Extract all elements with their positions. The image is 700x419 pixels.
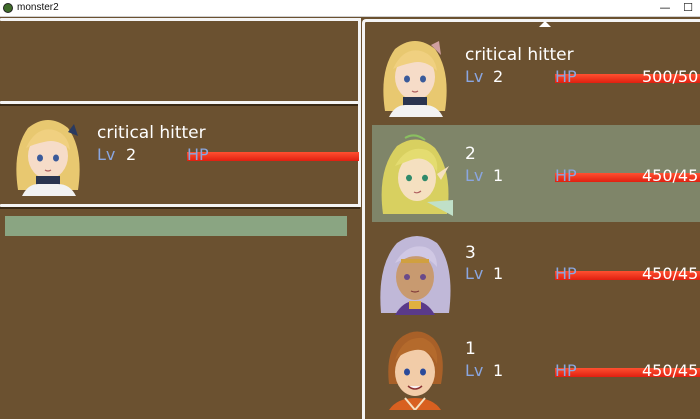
status-actor-name: critical hitter [97,123,206,143]
party-row-2-name: 2 [465,144,476,164]
scroll-up-arrow-icon[interactable] [539,21,551,27]
party-row-3-hp-value: 450/45 [642,264,699,283]
party-row-2-hp-value: 450/45 [642,166,699,185]
status-panel-bottom-shadow [0,207,360,209]
party-row-1-hp-label: HP [555,67,577,86]
top-left-panel-border [0,18,360,21]
party-row-4-hp-value: 450/45 [642,361,699,380]
party-row-4-face[interactable] [375,324,455,410]
window-title: monster2 [17,2,59,13]
left-panel-right-border [358,18,361,104]
party-row-2-hp-label: HP [555,166,577,185]
party-row-3-lv-value: 1 [493,264,504,283]
status-hp-gauge [187,152,359,161]
party-row-4-lv-value: 1 [493,361,504,380]
status-panel-top-shadow [0,104,360,106]
status-lv-value: 2 [126,145,137,164]
party-row-2-lv-label: Lv [465,166,484,185]
party-row-1-name: critical hitter [465,45,574,65]
minimize-button[interactable]: — [655,0,675,16]
party-row-1-hp-value: 500/50 [642,67,699,86]
party-row-3-name: 3 [465,243,476,263]
party-row-3-face[interactable] [375,229,455,315]
status-lv-label: Lv [97,145,116,164]
input-bar[interactable] [5,216,347,236]
status-hp-label: HP [187,145,209,164]
party-row-3-hp-label: HP [555,264,577,283]
party-row-4-lv-label: Lv [465,361,484,380]
window-titlebar: monster2 — ☐ [0,0,700,17]
actor-face-portrait [8,110,88,196]
party-row-1-lv-value: 2 [493,67,504,86]
party-row-1-face[interactable] [375,31,455,117]
game-screen: critical hitter Lv 2 HP critical hitter … [0,17,700,419]
app-icon [3,3,13,13]
party-row-1-lv-label: Lv [465,67,484,86]
party-row-2-lv-value: 1 [493,166,504,185]
party-row-2-face[interactable] [375,130,455,216]
party-row-3-lv-label: Lv [465,264,484,283]
party-row-4-hp-label: HP [555,361,577,380]
party-row-4-name: 1 [465,339,476,359]
maximize-button[interactable]: ☐ [678,0,698,16]
